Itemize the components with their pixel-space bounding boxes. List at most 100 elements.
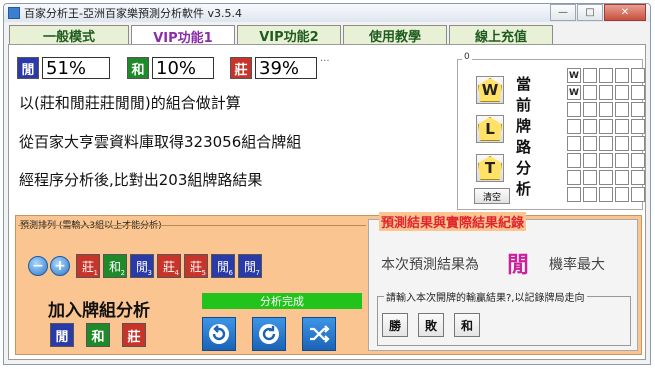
road-cell: [631, 136, 645, 151]
sequence-index: 4: [174, 269, 179, 277]
lose-result-button[interactable]: 敗: [418, 313, 444, 337]
plus-button[interactable]: +: [50, 256, 70, 276]
tab-vip2[interactable]: VIP功能2: [237, 25, 341, 45]
tie-percent: 10%: [152, 57, 214, 79]
tie-road-icon: T: [478, 156, 502, 180]
road-group-label: 0: [462, 52, 472, 62]
road-cell: [583, 187, 597, 202]
player-percent: 51%: [42, 57, 110, 79]
prediction-header-line: [18, 225, 366, 226]
sequence-item-6[interactable]: 閒6: [211, 254, 235, 278]
road-cell: [583, 136, 597, 151]
minimize-button[interactable]: —: [550, 4, 576, 21]
sequence-index: 1: [93, 269, 98, 277]
sequence-item-1[interactable]: 莊1: [76, 254, 100, 278]
road-cell: [567, 136, 581, 151]
road-cell: [615, 85, 629, 100]
sequence-item-7[interactable]: 閒7: [238, 254, 262, 278]
refresh-icon: [259, 324, 279, 344]
undo-icon: [209, 324, 229, 344]
tab-normal-mode[interactable]: 一般模式: [9, 25, 129, 45]
sequence-glyph: 閒: [216, 259, 229, 274]
tab-tutorial[interactable]: 使用教學: [343, 25, 447, 45]
prediction-suffix: 機率最大: [549, 257, 605, 273]
lose-button[interactable]: L: [476, 115, 504, 143]
title-bar[interactable]: 百家分析王-亞洲百家樂預測分析軟件 v3.5.4 — □ ✕: [4, 4, 650, 22]
sequence-index: 5: [201, 269, 206, 277]
sequence-glyph: 莊: [81, 259, 94, 274]
road-grid: WW: [567, 68, 645, 202]
add-banker-button[interactable]: 莊: [122, 323, 146, 347]
road-cell: [615, 153, 629, 168]
prediction-sequence: 莊1和2閒3莊4莊5閒6閒7: [76, 254, 262, 278]
result-input-legend: 請輸入本次開牌的輸贏結果?,以記錄牌局走向: [384, 289, 587, 304]
road-title-char-5: 分: [516, 159, 532, 177]
refresh-button[interactable]: [252, 317, 286, 351]
sequence-item-5[interactable]: 莊5: [184, 254, 208, 278]
road-cell: [631, 68, 645, 83]
road-cell: [631, 119, 645, 134]
road-cell: [567, 102, 581, 117]
road-title-char-6: 析: [516, 180, 532, 198]
road-cell: [583, 68, 597, 83]
prediction-prefix: 本次預測結果為: [381, 257, 479, 273]
road-title: 當 前 牌 路 分 析: [516, 74, 531, 200]
window-title: 百家分析王-亞洲百家樂預測分析軟件 v3.5.4: [24, 7, 242, 20]
road-cell: [615, 102, 629, 117]
road-cell: [567, 187, 581, 202]
sequence-index: 7: [255, 269, 260, 277]
result-input-group: 請輸入本次開牌的輸贏結果?,以記錄牌局走向 勝 敗 和: [377, 289, 631, 346]
tie-icon: 和: [127, 57, 149, 79]
minus-button[interactable]: −: [28, 256, 48, 276]
road-cell: [583, 119, 597, 134]
clear-button[interactable]: 清空: [474, 188, 510, 204]
road-cell: [615, 187, 629, 202]
banker-icon: 莊: [230, 57, 252, 79]
road-cell: W: [567, 85, 581, 100]
player-icon: 閒: [17, 57, 39, 79]
win-result-button[interactable]: 勝: [382, 313, 408, 337]
tab-recharge[interactable]: 線上充值: [449, 25, 553, 45]
road-cell: [567, 153, 581, 168]
info-line-3: 經程序分析後,比對出203組牌路結果: [19, 171, 263, 189]
analysis-status-bar: 分析完成: [202, 293, 362, 309]
shuffle-button[interactable]: [302, 317, 336, 351]
add-player-button[interactable]: 閒: [50, 323, 74, 347]
lose-icon: L: [478, 117, 502, 141]
road-analysis-group: 0 W L T 清空 當 前 牌 路 分 析 WW: [457, 52, 645, 210]
road-cell: [583, 153, 597, 168]
app-window: 百家分析王-亞洲百家樂預測分析軟件 v3.5.4 — □ ✕ 一般模式 VIP功…: [3, 3, 651, 365]
sequence-item-2[interactable]: 和2: [103, 254, 127, 278]
sequence-item-4[interactable]: 莊4: [157, 254, 181, 278]
add-buttons: 閒 和 莊: [50, 323, 146, 347]
maximize-button[interactable]: □: [577, 4, 603, 21]
sequence-item-3[interactable]: 閒3: [130, 254, 154, 278]
win-button[interactable]: W: [476, 76, 504, 104]
add-tie-button[interactable]: 和: [86, 323, 110, 347]
dots: ...: [320, 53, 330, 64]
road-cell: [615, 170, 629, 185]
undo-button[interactable]: [202, 317, 236, 351]
sequence-glyph: 和: [108, 259, 121, 274]
road-cell: [599, 170, 613, 185]
road-cell: W: [567, 68, 581, 83]
tie-result-button[interactable]: 和: [454, 313, 480, 337]
road-cell: [599, 187, 613, 202]
tie-road-button[interactable]: T: [476, 154, 504, 182]
tab-vip1[interactable]: VIP功能1: [131, 25, 235, 46]
road-cell: [615, 136, 629, 151]
result-choices: 勝 敗 和: [382, 313, 480, 337]
sequence-index: 2: [120, 269, 125, 277]
result-title: 預測結果與實際結果紀錄: [379, 212, 527, 231]
sequence-glyph: 閒: [135, 259, 148, 274]
sequence-glyph: 莊: [189, 259, 202, 274]
add-to-analysis-label: 加入牌組分析: [48, 301, 150, 321]
sequence-glyph: 閒: [243, 259, 256, 274]
road-cell: [583, 102, 597, 117]
road-cell: [631, 170, 645, 185]
close-button[interactable]: ✕: [604, 4, 646, 21]
app-icon: [8, 7, 20, 19]
road-cell: [615, 68, 629, 83]
road-cell: [599, 85, 613, 100]
road-cell: [599, 153, 613, 168]
